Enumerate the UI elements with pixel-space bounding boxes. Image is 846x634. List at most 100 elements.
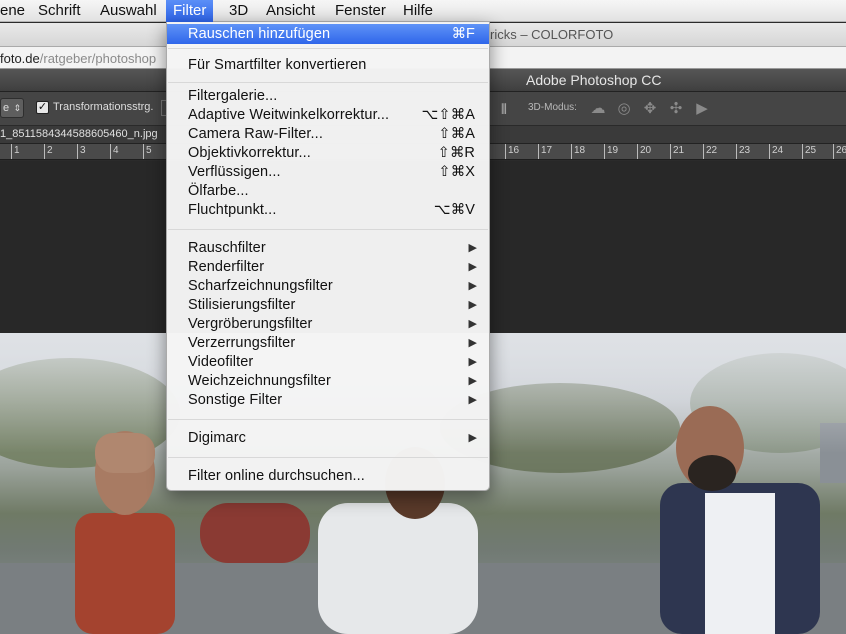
menu-auswahl[interactable]: Auswahl (100, 0, 157, 22)
menu-separator (168, 229, 488, 230)
menu-item-vanishing-point[interactable]: Fluchtpunkt... ⌥⌘V (167, 201, 489, 220)
submenu-arrow-icon: ▶ (468, 356, 477, 368)
submenu-arrow-icon: ▶ (468, 432, 477, 444)
submenu-arrow-icon: ▶ (468, 318, 477, 330)
menu-separator (168, 419, 488, 420)
ruler-tick: 24 (769, 144, 783, 159)
menu-item-adaptive-wide-angle[interactable]: Adaptive Weitwinkelkorrektur... ⌥⇧⌘A (167, 106, 489, 125)
menu-item-label: Videofilter (188, 354, 254, 370)
transform-controls-checkbox[interactable]: ✓ (36, 101, 49, 114)
distribute-horizontal-icon[interactable]: ⫴ (496, 100, 512, 118)
ruler-tick: 25 (802, 144, 816, 159)
menu-item-label: Scharfzeichnungsfilter (188, 278, 333, 294)
menu-item-noise-submenu[interactable]: Rauschfilter ▶ (167, 239, 489, 258)
url-host: foto.de (0, 51, 40, 66)
ruler-tick: 21 (670, 144, 684, 159)
app-title: Adobe Photoshop CC (526, 72, 662, 88)
menu-item-other-submenu[interactable]: Sonstige Filter ▶ (167, 391, 489, 410)
submenu-arrow-icon: ▶ (468, 242, 477, 254)
ruler-tick: 19 (604, 144, 618, 159)
menu-item-browse-filters-online[interactable]: Filter online durchsuchen... (167, 467, 489, 486)
menu-item-shortcut: ⇧⌘R (437, 145, 475, 161)
ruler-tick: 5 (143, 144, 152, 159)
menu-item-shortcut: ⌥⇧⌘A (421, 107, 475, 123)
menu-item-filter-gallery[interactable]: Filtergalerie... (167, 87, 489, 106)
ruler-tick: 4 (110, 144, 119, 159)
menu-item-digimarc-submenu[interactable]: Digimarc ▶ (167, 429, 489, 448)
menu-item-oil-paint[interactable]: Ölfarbe... (167, 182, 489, 201)
ruler-tick: 20 (637, 144, 651, 159)
menu-item-label: Verzerrungsfilter (188, 335, 296, 351)
submenu-arrow-icon: ▶ (468, 261, 477, 273)
menu-item-blur-submenu[interactable]: Weichzeichnungsfilter ▶ (167, 372, 489, 391)
document-filename: 1_851158434458860546​0_n.jpg (0, 128, 158, 140)
url-text[interactable]: foto.de/ratgeber/photoshop (0, 51, 156, 66)
3d-roll-icon[interactable]: ◎ (614, 99, 634, 119)
menu-item-label: Vergröberungsfilter (188, 316, 313, 332)
ruler-tick: 26 (833, 144, 846, 159)
menu-item-pixelate-submenu[interactable]: Vergröberungsfilter ▶ (167, 315, 489, 334)
menu-schrift[interactable]: Schrift (38, 0, 81, 22)
menu-item-label: Verflüssigen... (188, 164, 281, 180)
menu-3d[interactable]: 3D (229, 0, 248, 22)
menu-item-label: Adaptive Weitwinkelkorrektur... (188, 107, 390, 123)
submenu-arrow-icon: ▶ (468, 375, 477, 387)
menu-fenster[interactable]: Fenster (335, 0, 386, 22)
menu-item-liquify[interactable]: Verflüssigen... ⇧⌘X (167, 163, 489, 182)
menu-item-label: Renderfilter (188, 259, 265, 275)
submenu-arrow-icon: ▶ (468, 280, 477, 292)
menu-item-label: Fluchtpunkt... (188, 202, 277, 218)
menu-separator (168, 82, 488, 83)
browser-window-title: ricks – COLORFOTO (490, 27, 614, 42)
transform-controls-label: Transformationsstrg. (53, 101, 154, 113)
menu-item-shortcut: ⌥⌘V (433, 202, 475, 218)
menu-item-label: Stilisierungsfilter (188, 297, 296, 313)
menu-item-shortcut: ⌘F (451, 26, 475, 42)
menu-item-label: Rauschfilter (188, 240, 266, 256)
menu-bar: ene Schrift Auswahl Filter 3D Ansicht Fe… (0, 0, 846, 22)
menu-filter[interactable]: Filter (166, 0, 214, 22)
auto-select-dropdown[interactable]: e ⇕ (0, 98, 24, 118)
3d-pan-icon[interactable]: ✥ (640, 99, 660, 119)
ruler-tick: 18 (571, 144, 585, 159)
3d-orbit-icon[interactable]: ☁ (588, 99, 608, 119)
ruler-tick: 2 (44, 144, 53, 159)
menu-ansicht[interactable]: Ansicht (266, 0, 315, 22)
3d-mode-label: 3D-Modus: (528, 102, 577, 113)
menu-item-sharpen-submenu[interactable]: Scharfzeichnungsfilter ▶ (167, 277, 489, 296)
menu-item-label: Objektivkorrektur... (188, 145, 311, 161)
ruler-tick: 16 (505, 144, 519, 159)
menu-item-stylize-submenu[interactable]: Stilisierungsfilter ▶ (167, 296, 489, 315)
menu-item-convert-smart-filter[interactable]: Für Smartfilter konvertieren (167, 56, 489, 75)
menu-item-shortcut: ⇧⌘A (438, 126, 475, 142)
menu-item-lens-correction[interactable]: Objektivkorrektur... ⇧⌘R (167, 144, 489, 163)
menu-item-distort-submenu[interactable]: Verzerrungsfilter ▶ (167, 334, 489, 353)
dropdown-value: e (3, 102, 10, 114)
menu-item-label: Camera Raw-Filter... (188, 126, 323, 142)
menu-item-label: Filtergalerie... (188, 88, 278, 104)
3d-slide-icon[interactable]: ✣ (666, 99, 686, 119)
menu-item-label: Digimarc (188, 430, 246, 446)
menu-item-label: Sonstige Filter (188, 392, 283, 408)
menu-item-label: Weichzeichnungsfilter (188, 373, 331, 389)
menu-item-shortcut: ⇧⌘X (438, 164, 475, 180)
menu-separator (168, 457, 488, 458)
ruler-tick: 3 (77, 144, 86, 159)
menu-item-label: Ölfarbe... (188, 183, 249, 199)
menu-item-camera-raw[interactable]: Camera Raw-Filter... ⇧⌘A (167, 125, 489, 144)
ruler-tick: 22 (703, 144, 717, 159)
filter-dropdown-menu: Rauschen hinzufügen ⌘F Für Smartfilter k… (166, 22, 490, 491)
menu-schriftart-partial[interactable]: ene (0, 0, 25, 22)
menu-item-render-submenu[interactable]: Renderfilter ▶ (167, 258, 489, 277)
menu-item-add-noise-last-filter[interactable]: Rauschen hinzufügen ⌘F (167, 24, 489, 44)
updown-arrows-icon: ⇕ (13, 103, 21, 113)
ruler-tick: 1 (11, 144, 20, 159)
menu-item-label: Filter online durchsuchen... (188, 468, 365, 484)
ruler-tick: 17 (538, 144, 552, 159)
menu-item-label: Für Smartfilter konvertieren (188, 57, 367, 73)
menu-item-video-submenu[interactable]: Videofilter ▶ (167, 353, 489, 372)
menu-hilfe[interactable]: Hilfe (403, 0, 433, 22)
url-path: /ratgeber/photoshop (39, 51, 157, 66)
3d-scale-icon[interactable]: ▶ (692, 99, 712, 119)
submenu-arrow-icon: ▶ (468, 394, 477, 406)
